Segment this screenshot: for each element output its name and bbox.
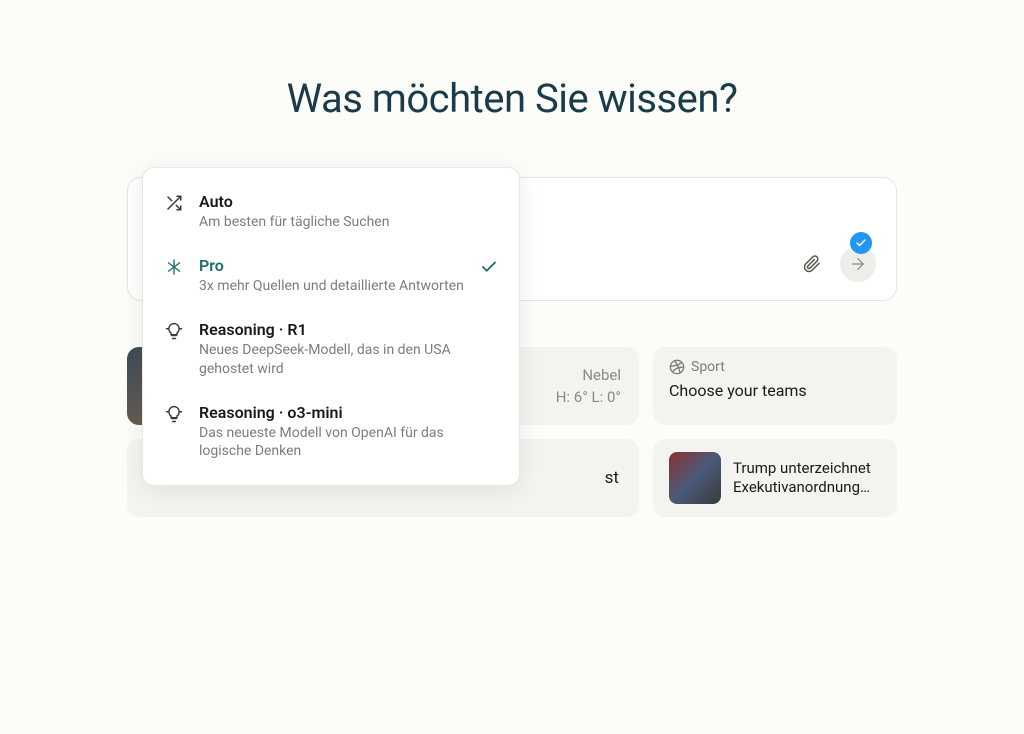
check-icon bbox=[479, 258, 499, 276]
news-thumbnail bbox=[669, 452, 721, 504]
dropdown-item-desc: Am besten für tägliche Suchen bbox=[199, 213, 465, 232]
dropdown-item-pro[interactable]: Pro 3x mehr Quellen und detaillierte Ant… bbox=[143, 244, 519, 308]
arrow-right-icon bbox=[849, 255, 867, 273]
dropdown-item-reasoning-o3[interactable]: Reasoning · o3-mini Das neueste Modell v… bbox=[143, 391, 519, 474]
sport-card[interactable]: Sport Choose your teams bbox=[653, 347, 897, 425]
weather-hilo: H: 6° L: 0° bbox=[556, 388, 621, 406]
dropdown-item-reasoning-r1[interactable]: Reasoning · R1 Neues DeepSeek-Modell, da… bbox=[143, 308, 519, 391]
news-title: Trump unterzeichnet Exekutivanordnung… bbox=[733, 459, 881, 498]
paperclip-icon bbox=[803, 255, 821, 273]
dropdown-item-auto[interactable]: Auto Am besten für tägliche Suchen bbox=[143, 180, 519, 244]
perplexity-logo-icon bbox=[165, 258, 183, 276]
attach-button[interactable] bbox=[794, 246, 830, 282]
sport-cta: Choose your teams bbox=[669, 381, 881, 400]
sport-label: Sport bbox=[691, 359, 725, 375]
verified-check-icon bbox=[850, 232, 872, 254]
partial-text: st bbox=[605, 468, 619, 488]
dropdown-item-desc: Neues DeepSeek-Modell, das in den USA ge… bbox=[199, 341, 465, 379]
page-title: Was möchten Sie wissen? bbox=[287, 75, 738, 122]
dropdown-item-title: Pro bbox=[199, 256, 465, 275]
news-card[interactable]: Trump unterzeichnet Exekutivanordnung… bbox=[653, 439, 897, 517]
dribbble-icon bbox=[669, 359, 685, 375]
model-dropdown: Auto Am besten für tägliche Suchen Pro 3… bbox=[142, 167, 520, 486]
shuffle-icon bbox=[165, 194, 183, 212]
dropdown-item-desc: Das neueste Modell von OpenAI für das lo… bbox=[199, 424, 465, 462]
dropdown-item-title: Reasoning · o3-mini bbox=[199, 403, 465, 422]
bulb-icon bbox=[165, 405, 183, 423]
bulb-icon bbox=[165, 322, 183, 340]
dropdown-item-title: Reasoning · R1 bbox=[199, 320, 465, 339]
dropdown-item-desc: 3x mehr Quellen und detaillierte Antwort… bbox=[199, 277, 465, 296]
weather-condition: Nebel bbox=[582, 366, 621, 384]
dropdown-item-title: Auto bbox=[199, 192, 465, 211]
